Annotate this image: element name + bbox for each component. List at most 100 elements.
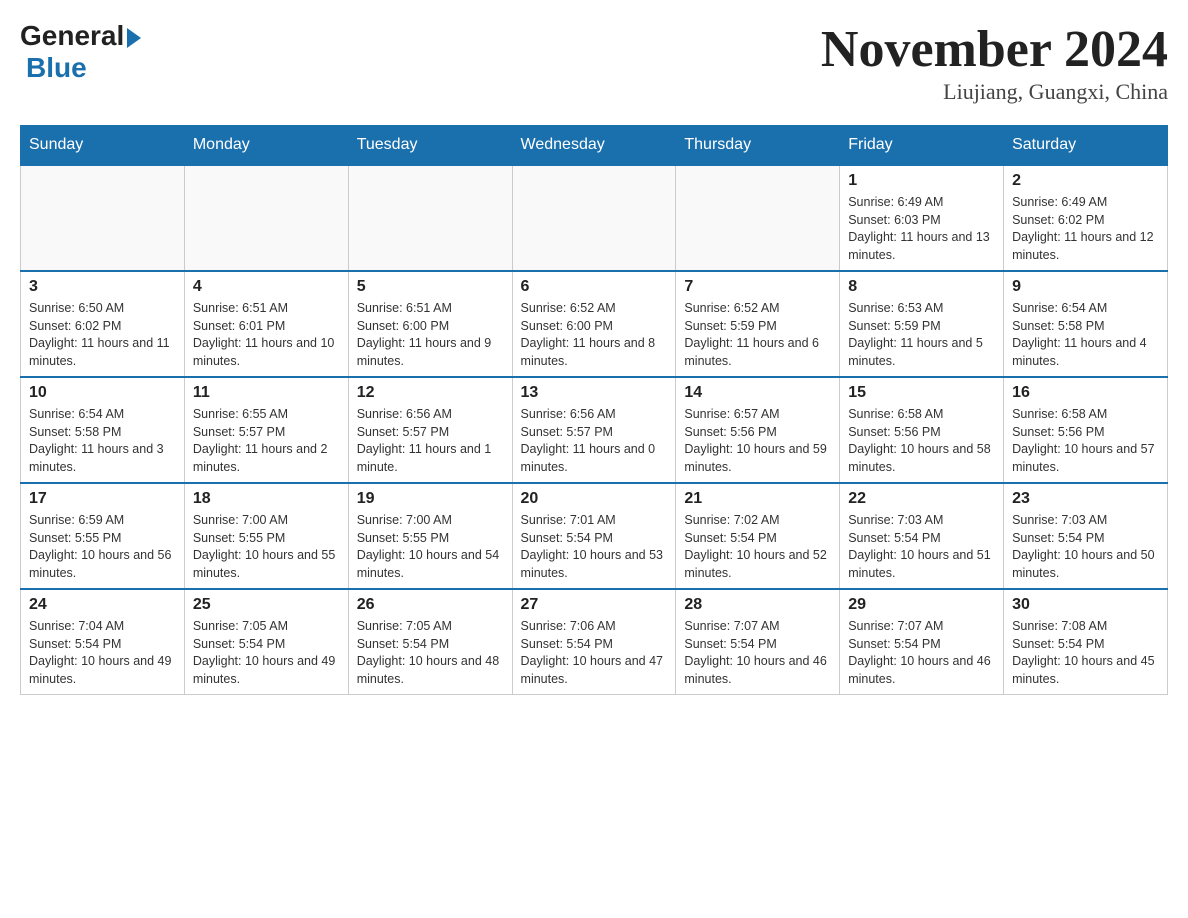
day-of-week-header: Sunday (21, 126, 185, 166)
calendar-day-cell (21, 165, 185, 271)
calendar-day-cell: 12 Sunrise: 6:56 AMSunset: 5:57 PMDayligh… (348, 377, 512, 483)
calendar-day-cell: 10 Sunrise: 6:54 AMSunset: 5:58 PMDayligh… (21, 377, 185, 483)
day-info: Sunrise: 6:49 AMSunset: 6:02 PMDaylight:… (1012, 194, 1159, 264)
day-info: Sunrise: 6:50 AMSunset: 6:02 PMDaylight:… (29, 300, 176, 370)
calendar-day-cell: 4Sunrise: 6:51 AMSunset: 6:01 PMDaylight… (184, 271, 348, 377)
day-of-week-header: Thursday (676, 126, 840, 166)
calendar-day-cell (184, 165, 348, 271)
day-number: 20 (521, 490, 668, 508)
day-of-week-header: Saturday (1004, 126, 1168, 166)
day-info: Sunrise: 7:05 AMSunset: 5:54 PMDaylight:… (357, 618, 504, 688)
calendar-day-cell: 23Sunrise: 7:03 AMSunset: 5:54 PMDayligh… (1004, 483, 1168, 589)
calendar-day-cell: 18 Sunrise: 7:00 AMSunset: 5:55 PMDayligh… (184, 483, 348, 589)
day-number: 12 (357, 384, 504, 402)
calendar-week-row: 1Sunrise: 6:49 AMSunset: 6:03 PMDaylight… (21, 165, 1168, 271)
day-info: Sunrise: 6:49 AMSunset: 6:03 PMDaylight:… (848, 194, 995, 264)
day-info: Sunrise: 6:56 AMSunset: 5:57 PMDaylight:… (521, 406, 668, 476)
calendar-day-cell: 20Sunrise: 7:01 AMSunset: 5:54 PMDayligh… (512, 483, 676, 589)
day-number: 2 (1012, 172, 1159, 190)
day-info: Sunrise: 7:00 AMSunset: 5:55 PMDaylight:… (357, 512, 504, 582)
day-of-week-header: Tuesday (348, 126, 512, 166)
calendar-week-row: 17Sunrise: 6:59 AMSunset: 5:55 PMDayligh… (21, 483, 1168, 589)
day-info: Sunrise: 6:58 AMSunset: 5:56 PMDaylight:… (848, 406, 995, 476)
day-info: Sunrise: 6:54 AMSunset: 5:58 PMDaylight:… (1012, 300, 1159, 370)
calendar-table: SundayMondayTuesdayWednesdayThursdayFrid… (20, 125, 1168, 695)
calendar-day-cell: 19 Sunrise: 7:00 AMSunset: 5:55 PMDayligh… (348, 483, 512, 589)
calendar-day-cell: 17Sunrise: 6:59 AMSunset: 5:55 PMDayligh… (21, 483, 185, 589)
day-info: Sunrise: 7:05 AMSunset: 5:54 PMDaylight:… (193, 618, 340, 688)
calendar-week-row: 10 Sunrise: 6:54 AMSunset: 5:58 PMDayligh… (21, 377, 1168, 483)
calendar-day-cell: 5Sunrise: 6:51 AMSunset: 6:00 PMDaylight… (348, 271, 512, 377)
day-info: Sunrise: 6:58 AMSunset: 5:56 PMDaylight:… (1012, 406, 1159, 476)
day-info: Sunrise: 7:08 AMSunset: 5:54 PMDaylight:… (1012, 618, 1159, 688)
calendar-day-cell: 21 Sunrise: 7:02 AMSunset: 5:54 PMDayligh… (676, 483, 840, 589)
day-of-week-header: Friday (840, 126, 1004, 166)
day-number: 13 (521, 384, 668, 402)
logo-general-text: General (20, 20, 124, 52)
day-number: 27 (521, 596, 668, 614)
day-number: 30 (1012, 596, 1159, 614)
calendar-day-cell: 29Sunrise: 7:07 AMSunset: 5:54 PMDayligh… (840, 589, 1004, 695)
day-number: 6 (521, 278, 668, 296)
day-number: 25 (193, 596, 340, 614)
day-number: 9 (1012, 278, 1159, 296)
calendar-day-cell: 13 Sunrise: 6:56 AMSunset: 5:57 PMDayligh… (512, 377, 676, 483)
calendar-day-cell: 6 Sunrise: 6:52 AMSunset: 6:00 PMDaylight… (512, 271, 676, 377)
day-number: 4 (193, 278, 340, 296)
day-number: 28 (684, 596, 831, 614)
title-area: November 2024 Liujiang, Guangxi, China (821, 20, 1168, 105)
month-title: November 2024 (821, 20, 1168, 79)
day-number: 26 (357, 596, 504, 614)
calendar-week-row: 24Sunrise: 7:04 AMSunset: 5:54 PMDayligh… (21, 589, 1168, 695)
logo: General Blue (20, 20, 141, 84)
day-number: 16 (1012, 384, 1159, 402)
day-info: Sunrise: 6:54 AMSunset: 5:58 PMDaylight:… (29, 406, 176, 476)
calendar-day-cell (676, 165, 840, 271)
day-info: Sunrise: 7:00 AMSunset: 5:55 PMDaylight:… (193, 512, 340, 582)
calendar-day-cell: 11Sunrise: 6:55 AMSunset: 5:57 PMDayligh… (184, 377, 348, 483)
calendar-day-cell: 22Sunrise: 7:03 AMSunset: 5:54 PMDayligh… (840, 483, 1004, 589)
day-info: Sunrise: 6:56 AMSunset: 5:57 PMDaylight:… (357, 406, 504, 476)
calendar-day-cell: 14Sunrise: 6:57 AMSunset: 5:56 PMDayligh… (676, 377, 840, 483)
day-number: 7 (684, 278, 831, 296)
day-info: Sunrise: 6:53 AMSunset: 5:59 PMDaylight:… (848, 300, 995, 370)
calendar-day-cell: 1Sunrise: 6:49 AMSunset: 6:03 PMDaylight… (840, 165, 1004, 271)
calendar-day-cell: 16 Sunrise: 6:58 AMSunset: 5:56 PMDayligh… (1004, 377, 1168, 483)
day-number: 3 (29, 278, 176, 296)
calendar-day-cell: 2 Sunrise: 6:49 AMSunset: 6:02 PMDaylight… (1004, 165, 1168, 271)
day-info: Sunrise: 7:02 AMSunset: 5:54 PMDaylight:… (684, 512, 831, 582)
day-info: Sunrise: 7:04 AMSunset: 5:54 PMDaylight:… (29, 618, 176, 688)
calendar-day-cell: 25 Sunrise: 7:05 AMSunset: 5:54 PMDayligh… (184, 589, 348, 695)
calendar-day-cell: 30 Sunrise: 7:08 AMSunset: 5:54 PMDayligh… (1004, 589, 1168, 695)
calendar-day-cell: 26 Sunrise: 7:05 AMSunset: 5:54 PMDayligh… (348, 589, 512, 695)
header: General Blue November 2024 Liujiang, Gua… (20, 20, 1168, 105)
calendar-day-cell: 28Sunrise: 7:07 AMSunset: 5:54 PMDayligh… (676, 589, 840, 695)
calendar-day-cell: 8Sunrise: 6:53 AMSunset: 5:59 PMDaylight… (840, 271, 1004, 377)
calendar-day-cell: 24Sunrise: 7:04 AMSunset: 5:54 PMDayligh… (21, 589, 185, 695)
day-number: 14 (684, 384, 831, 402)
calendar-day-cell (512, 165, 676, 271)
day-info: Sunrise: 6:52 AMSunset: 5:59 PMDaylight:… (684, 300, 831, 370)
day-number: 11 (193, 384, 340, 402)
logo-triangle-icon (127, 28, 141, 48)
location-title: Liujiang, Guangxi, China (821, 79, 1168, 105)
calendar-day-cell: 3 Sunrise: 6:50 AMSunset: 6:02 PMDaylight… (21, 271, 185, 377)
calendar-week-row: 3 Sunrise: 6:50 AMSunset: 6:02 PMDaylight… (21, 271, 1168, 377)
day-of-week-header: Monday (184, 126, 348, 166)
day-of-week-header: Wednesday (512, 126, 676, 166)
day-info: Sunrise: 6:51 AMSunset: 6:00 PMDaylight:… (357, 300, 504, 370)
calendar-day-cell: 7 Sunrise: 6:52 AMSunset: 5:59 PMDaylight… (676, 271, 840, 377)
day-number: 18 (193, 490, 340, 508)
calendar-header-row: SundayMondayTuesdayWednesdayThursdayFrid… (21, 126, 1168, 166)
calendar-day-cell: 9 Sunrise: 6:54 AMSunset: 5:58 PMDaylight… (1004, 271, 1168, 377)
day-number: 21 (684, 490, 831, 508)
day-number: 10 (29, 384, 176, 402)
day-number: 29 (848, 596, 995, 614)
day-info: Sunrise: 7:03 AMSunset: 5:54 PMDaylight:… (848, 512, 995, 582)
day-info: Sunrise: 6:52 AMSunset: 6:00 PMDaylight:… (521, 300, 668, 370)
day-number: 15 (848, 384, 995, 402)
calendar-day-cell: 27Sunrise: 7:06 AMSunset: 5:54 PMDayligh… (512, 589, 676, 695)
day-number: 23 (1012, 490, 1159, 508)
day-number: 19 (357, 490, 504, 508)
day-info: Sunrise: 6:59 AMSunset: 5:55 PMDaylight:… (29, 512, 176, 582)
